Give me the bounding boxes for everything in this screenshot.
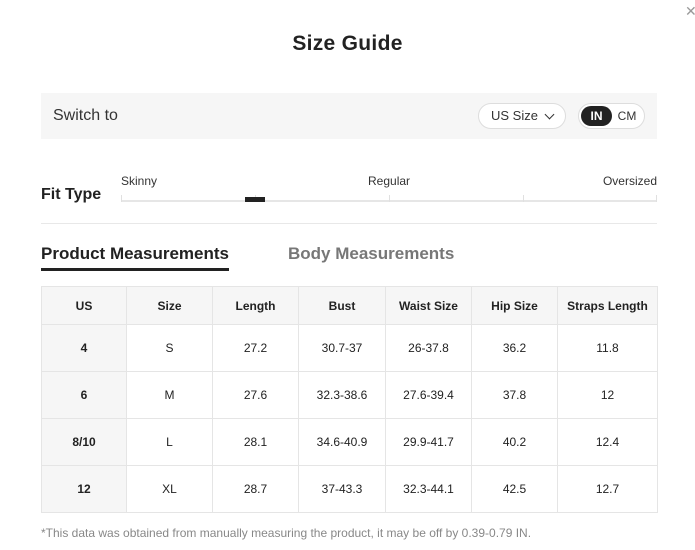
header-size: Size bbox=[126, 286, 213, 325]
size-table: US Size Length Bust Waist Size Hip Size … bbox=[41, 286, 658, 513]
table-row: 4 S 27.2 30.7-37 26-37.8 36.2 11.8 bbox=[41, 324, 658, 372]
cell-bust: 30.7-37 bbox=[298, 324, 386, 372]
fit-type-label: Fit Type bbox=[41, 186, 102, 203]
cell-bust: 37-43.3 bbox=[298, 465, 386, 513]
cell-size: S bbox=[126, 324, 213, 372]
cell-us: 6 bbox=[41, 371, 127, 419]
fit-tick bbox=[656, 195, 657, 202]
cell-us: 12 bbox=[41, 465, 127, 513]
chevron-down-icon bbox=[544, 109, 555, 120]
cell-hip: 42.5 bbox=[471, 465, 558, 513]
cell-hip: 37.8 bbox=[471, 371, 558, 419]
fit-oversized-label: Oversized bbox=[602, 174, 657, 188]
fit-tick bbox=[523, 195, 524, 202]
fit-tick bbox=[389, 195, 390, 202]
header-waist-size: Waist Size bbox=[385, 286, 472, 325]
fit-regular-label: Regular bbox=[368, 174, 411, 188]
cell-size: M bbox=[126, 371, 213, 419]
table-row: 12 XL 28.7 37-43.3 32.3-44.1 42.5 12.7 bbox=[41, 465, 658, 513]
size-system-select[interactable]: US Size bbox=[478, 103, 566, 129]
unit-cm-button[interactable]: CM bbox=[613, 106, 641, 126]
cell-waist: 26-37.8 bbox=[385, 324, 472, 372]
tab-product-measurements[interactable]: Product Measurements bbox=[41, 244, 229, 271]
cell-length: 28.7 bbox=[212, 465, 299, 513]
table-row: 8/10 L 28.1 34.6-40.9 29.9-41.7 40.2 12.… bbox=[41, 418, 658, 466]
header-bust: Bust bbox=[298, 286, 386, 325]
cell-waist: 29.9-41.7 bbox=[385, 418, 472, 466]
size-system-value: US Size bbox=[491, 108, 538, 123]
close-icon: ✕ bbox=[685, 3, 695, 19]
fit-type-scale: Skinny Regular Oversized bbox=[121, 174, 657, 204]
cell-length: 28.1 bbox=[212, 418, 299, 466]
header-hip-size: Hip Size bbox=[471, 286, 558, 325]
fit-skinny-label: Skinny bbox=[121, 174, 158, 188]
unit-toggle: IN CM bbox=[578, 103, 645, 129]
cell-bust: 32.3-38.6 bbox=[298, 371, 386, 419]
cell-hip: 40.2 bbox=[471, 418, 558, 466]
cell-us: 8/10 bbox=[41, 418, 127, 466]
cell-hip: 36.2 bbox=[471, 324, 558, 372]
table-row: 6 M 27.6 32.3-38.6 27.6-39.4 37.8 12 bbox=[41, 371, 658, 419]
table-header-row: US Size Length Bust Waist Size Hip Size … bbox=[41, 286, 658, 325]
cell-size: L bbox=[126, 418, 213, 466]
cell-length: 27.6 bbox=[212, 371, 299, 419]
header-us: US bbox=[41, 286, 127, 325]
cell-straps: 11.8 bbox=[557, 324, 658, 372]
cell-us: 4 bbox=[41, 324, 127, 372]
header-straps-length: Straps Length bbox=[557, 286, 658, 325]
fit-marker bbox=[245, 197, 265, 202]
unit-in-button[interactable]: IN bbox=[581, 106, 612, 126]
unit-switch-bar: Switch to US Size IN CM bbox=[41, 93, 657, 139]
cell-waist: 32.3-44.1 bbox=[385, 465, 472, 513]
cell-straps: 12.7 bbox=[557, 465, 658, 513]
cell-straps: 12.4 bbox=[557, 418, 658, 466]
divider bbox=[41, 223, 657, 224]
fit-tick bbox=[121, 195, 122, 202]
header-length: Length bbox=[212, 286, 299, 325]
switch-to-label: Switch to bbox=[53, 107, 118, 124]
tab-body-measurements[interactable]: Body Measurements bbox=[288, 244, 454, 264]
cell-bust: 34.6-40.9 bbox=[298, 418, 386, 466]
close-button[interactable]: ✕ bbox=[685, 2, 695, 20]
cell-waist: 27.6-39.4 bbox=[385, 371, 472, 419]
page-title: Size Guide bbox=[292, 32, 403, 55]
cell-straps: 12 bbox=[557, 371, 658, 419]
cell-length: 27.2 bbox=[212, 324, 299, 372]
measurement-footnote: *This data was obtained from manually me… bbox=[41, 526, 532, 540]
cell-size: XL bbox=[126, 465, 213, 513]
